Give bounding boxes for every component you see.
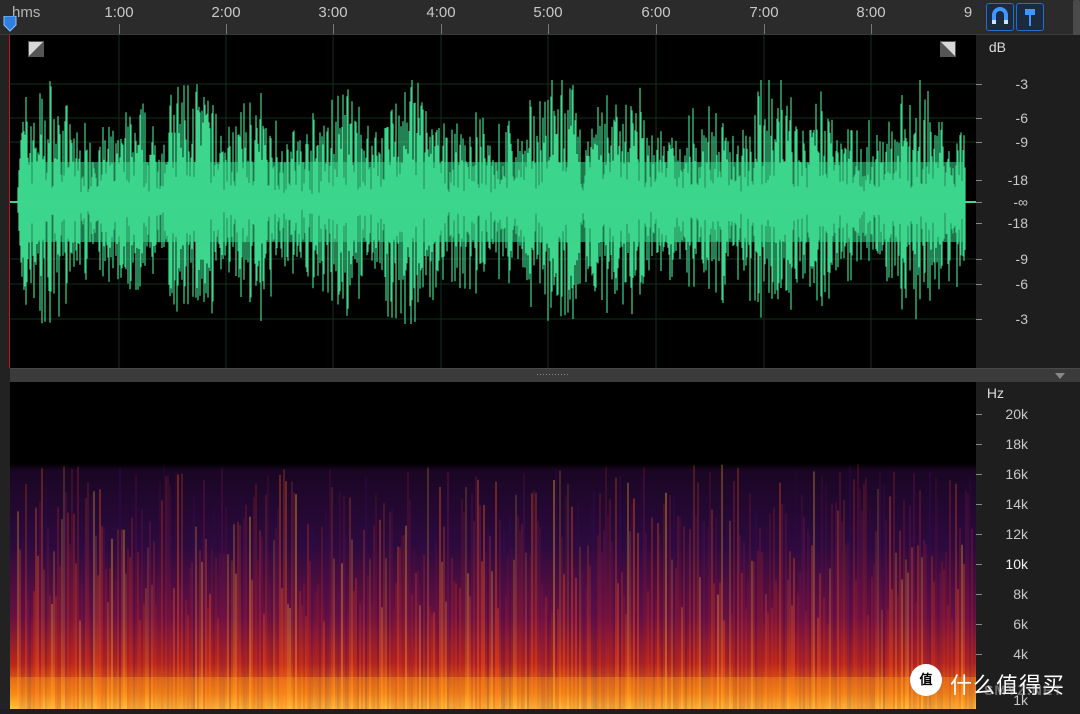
marker-toggle-button[interactable] bbox=[1016, 3, 1044, 31]
db-scale-tick bbox=[976, 202, 982, 203]
time-tick-label: 9 bbox=[963, 4, 973, 21]
time-tick-label: 8:00 bbox=[856, 4, 886, 21]
hz-scale-label: 4k bbox=[1013, 646, 1028, 662]
db-scale-label: -9 bbox=[1015, 251, 1028, 267]
hz-scale-tick bbox=[976, 624, 982, 625]
magnet-icon bbox=[992, 7, 1008, 24]
time-tick-mark bbox=[333, 24, 334, 34]
waveform-display bbox=[10, 35, 976, 368]
hz-scale-label: 6k bbox=[1013, 616, 1028, 632]
hz-scale-label: 18k bbox=[1005, 436, 1028, 452]
time-tick-mark bbox=[226, 24, 227, 34]
time-tick-mark bbox=[871, 24, 872, 34]
hz-scale-tick bbox=[976, 534, 982, 535]
time-tick-label: 1:00 bbox=[104, 4, 134, 21]
spectrogram-display bbox=[10, 382, 976, 709]
db-scale-label: -18 bbox=[1007, 215, 1028, 231]
divider-grip[interactable] bbox=[536, 373, 570, 377]
time-tick-mark bbox=[441, 24, 442, 34]
db-scale-label: -3 bbox=[1015, 311, 1028, 327]
waveform-panel[interactable] bbox=[10, 35, 976, 368]
pin-icon bbox=[1025, 9, 1035, 26]
hz-scale-tick bbox=[976, 444, 982, 445]
db-scale-label: -6 bbox=[1015, 110, 1028, 126]
time-tick-mark bbox=[119, 24, 120, 34]
hz-scale-tick bbox=[976, 594, 982, 595]
db-unit-label: dB bbox=[988, 39, 1006, 55]
time-tick-mark bbox=[764, 24, 765, 34]
hz-unit-label: Hz bbox=[986, 385, 1004, 401]
db-scale-tick bbox=[976, 180, 982, 181]
time-tick-label: 3:00 bbox=[318, 4, 348, 21]
time-tick-mark bbox=[548, 24, 549, 34]
watermark-subtext: SMYZ.NET bbox=[984, 682, 1063, 698]
db-scale-tick bbox=[976, 284, 982, 285]
spectrogram-panel[interactable] bbox=[10, 382, 976, 709]
hz-scale-label: 8k bbox=[1013, 586, 1028, 602]
db-scale: dB -3 -6 -9 -18 -∞ -18 -9 -6 -3 bbox=[976, 35, 1080, 368]
playhead-marker[interactable] bbox=[3, 16, 17, 32]
hz-scale-label: 10k bbox=[1005, 556, 1028, 572]
time-ruler[interactable]: hms 1:00 2:00 3:00 4:00 5:00 6:00 7:00 8… bbox=[0, 0, 976, 35]
time-tick-label: 7:00 bbox=[749, 4, 779, 21]
db-scale-tick bbox=[976, 319, 982, 320]
db-scale-label: -18 bbox=[1007, 172, 1028, 188]
hz-scale-tick bbox=[976, 474, 982, 475]
time-tick-label: 6:00 bbox=[641, 4, 671, 21]
db-scale-label: -6 bbox=[1015, 276, 1028, 292]
hz-scale-label: 12k bbox=[1005, 526, 1028, 542]
snap-toggle-button[interactable] bbox=[986, 3, 1014, 31]
fade-out-handle[interactable] bbox=[940, 41, 956, 57]
db-scale-tick bbox=[976, 223, 982, 224]
hz-scale-label: 16k bbox=[1005, 466, 1028, 482]
hz-scale-tick bbox=[976, 564, 982, 565]
view-toolbar bbox=[976, 0, 1080, 35]
watermark-logo: 值 bbox=[910, 664, 942, 696]
fade-in-handle[interactable] bbox=[28, 41, 44, 57]
hz-scale-label: 20k bbox=[1005, 406, 1028, 422]
db-scale-tick bbox=[976, 259, 982, 260]
db-scale-tick bbox=[976, 84, 982, 85]
hz-scale: Hz 20k 18k 16k 14k 12k 10k 8k 6k 4k 1k bbox=[976, 382, 1080, 709]
db-scale-tick bbox=[976, 142, 982, 143]
db-scale-label: -3 bbox=[1015, 76, 1028, 92]
hz-scale-tick bbox=[976, 414, 982, 415]
time-tick-label: 2:00 bbox=[211, 4, 241, 21]
time-tick-mark bbox=[656, 24, 657, 34]
hz-scale-tick bbox=[976, 504, 982, 505]
hz-scale-tick bbox=[976, 654, 982, 655]
db-scale-label: -∞ bbox=[1013, 194, 1028, 210]
hz-scale-label: 14k bbox=[1005, 496, 1028, 512]
db-scale-tick bbox=[976, 118, 982, 119]
time-tick-label: 5:00 bbox=[533, 4, 563, 21]
chevron-down-icon[interactable] bbox=[1055, 373, 1065, 379]
time-tick-label: 4:00 bbox=[426, 4, 456, 21]
db-scale-label: -9 bbox=[1015, 134, 1028, 150]
watermark: 值 什么值得买 SMYZ.NET bbox=[910, 664, 1080, 704]
